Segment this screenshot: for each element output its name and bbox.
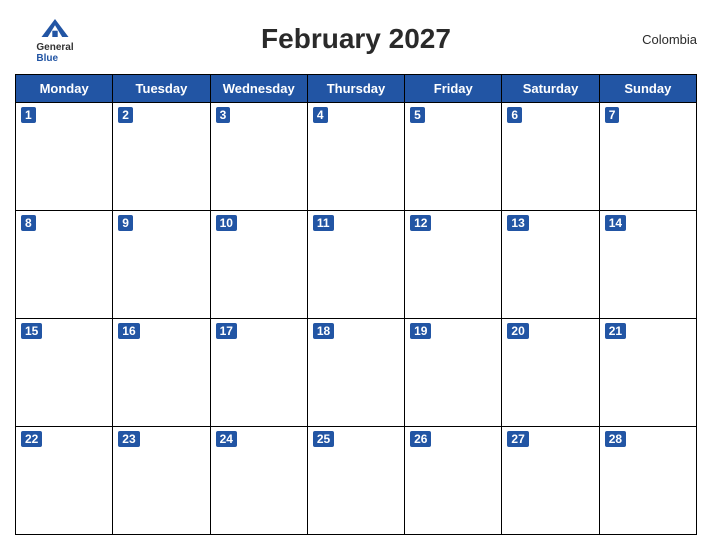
date-number: 11 [313, 215, 334, 231]
date-number: 20 [507, 323, 528, 339]
date-number: 27 [507, 431, 528, 447]
col-saturday: Saturday [502, 75, 599, 103]
calendar-day-20: 20 [502, 319, 599, 427]
page-title: February 2027 [95, 23, 617, 55]
calendar-day-7: 7 [599, 103, 696, 211]
calendar-day-24: 24 [210, 427, 307, 535]
calendar-day-16: 16 [113, 319, 210, 427]
calendar-day-17: 17 [210, 319, 307, 427]
calendar-day-15: 15 [16, 319, 113, 427]
calendar-day-1: 1 [16, 103, 113, 211]
calendar-day-4: 4 [307, 103, 404, 211]
logo-text: GeneralBlue [36, 42, 73, 64]
date-number: 14 [605, 215, 626, 231]
calendar-day-3: 3 [210, 103, 307, 211]
calendar-day-27: 27 [502, 427, 599, 535]
calendar-body: 1234567891011121314151617181920212223242… [16, 103, 697, 535]
date-number: 22 [21, 431, 42, 447]
calendar-day-14: 14 [599, 211, 696, 319]
calendar-week-2: 8 9 10 11 12 13 14 [16, 211, 697, 319]
calendar-day-19: 19 [405, 319, 502, 427]
calendar-day-22: 22 [16, 427, 113, 535]
date-number: 28 [605, 431, 626, 447]
date-number: 8 [21, 215, 36, 231]
date-number: 15 [21, 323, 42, 339]
col-wednesday: Wednesday [210, 75, 307, 103]
col-sunday: Sunday [599, 75, 696, 103]
date-number: 7 [605, 107, 620, 123]
calendar-day-2: 2 [113, 103, 210, 211]
country-label: Colombia [617, 32, 697, 47]
calendar-week-4: 22 23 24 25 26 27 28 [16, 427, 697, 535]
date-number: 6 [507, 107, 522, 123]
calendar-day-18: 18 [307, 319, 404, 427]
calendar-day-5: 5 [405, 103, 502, 211]
date-number: 12 [410, 215, 431, 231]
date-number: 10 [216, 215, 237, 231]
date-number: 26 [410, 431, 431, 447]
calendar-week-1: 1 2 3 4 5 6 7 [16, 103, 697, 211]
col-tuesday: Tuesday [113, 75, 210, 103]
date-number: 23 [118, 431, 139, 447]
calendar-day-10: 10 [210, 211, 307, 319]
date-number: 17 [216, 323, 237, 339]
date-number: 3 [216, 107, 231, 123]
date-number: 16 [118, 323, 139, 339]
calendar-week-3: 15 16 17 18 19 20 21 [16, 319, 697, 427]
date-number: 9 [118, 215, 133, 231]
calendar-day-25: 25 [307, 427, 404, 535]
col-thursday: Thursday [307, 75, 404, 103]
date-number: 5 [410, 107, 425, 123]
calendar-day-21: 21 [599, 319, 696, 427]
date-number: 1 [21, 107, 36, 123]
calendar-header: GeneralBlue February 2027 Colombia [15, 10, 697, 68]
date-number: 24 [216, 431, 237, 447]
date-number: 2 [118, 107, 133, 123]
date-number: 25 [313, 431, 334, 447]
logo-icon [37, 14, 73, 42]
col-friday: Friday [405, 75, 502, 103]
date-number: 19 [410, 323, 431, 339]
date-number: 4 [313, 107, 328, 123]
calendar-table: Monday Tuesday Wednesday Thursday Friday… [15, 74, 697, 535]
date-number: 21 [605, 323, 626, 339]
calendar-day-9: 9 [113, 211, 210, 319]
col-monday: Monday [16, 75, 113, 103]
calendar-day-23: 23 [113, 427, 210, 535]
calendar-day-11: 11 [307, 211, 404, 319]
date-number: 13 [507, 215, 528, 231]
logo: GeneralBlue [15, 14, 95, 64]
calendar-day-12: 12 [405, 211, 502, 319]
calendar-day-26: 26 [405, 427, 502, 535]
calendar-day-13: 13 [502, 211, 599, 319]
day-headers-row: Monday Tuesday Wednesday Thursday Friday… [16, 75, 697, 103]
calendar-day-8: 8 [16, 211, 113, 319]
date-number: 18 [313, 323, 334, 339]
calendar-day-6: 6 [502, 103, 599, 211]
calendar-day-28: 28 [599, 427, 696, 535]
